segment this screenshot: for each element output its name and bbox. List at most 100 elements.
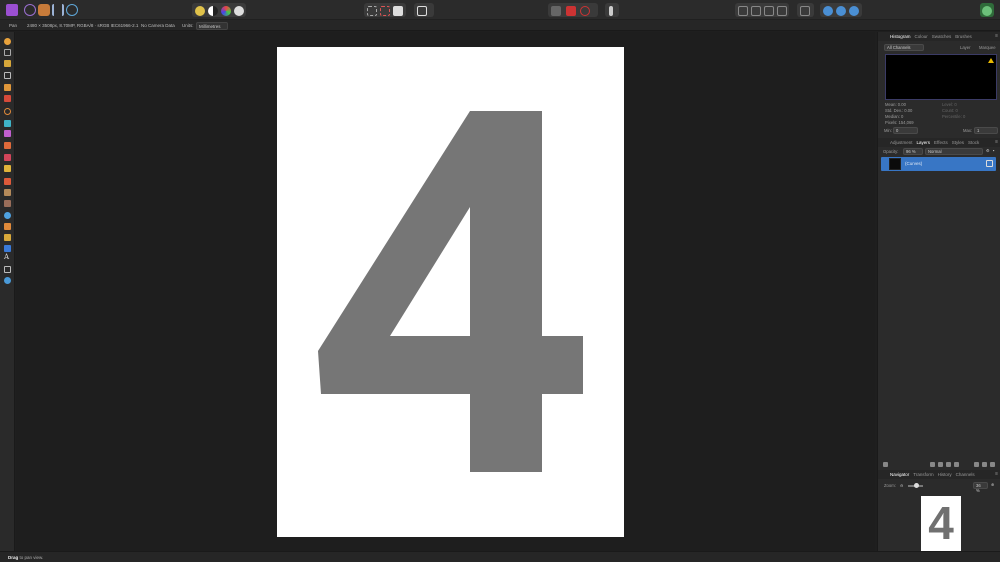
app-logo-icon[interactable] bbox=[6, 4, 18, 16]
view-tool-icon[interactable] bbox=[4, 38, 11, 45]
clone-tool-icon[interactable] bbox=[4, 189, 11, 196]
panel-menu-icon[interactable]: ≡ bbox=[995, 33, 998, 39]
pixel-tool-icon[interactable] bbox=[4, 95, 11, 102]
lock-icon[interactable]: ▪ bbox=[993, 148, 995, 153]
min-field[interactable]: 0 bbox=[893, 127, 918, 134]
blend-mode-select[interactable]: Normal bbox=[925, 148, 983, 155]
user-icon[interactable] bbox=[982, 6, 992, 16]
layer-name[interactable]: (Curves) bbox=[905, 161, 922, 166]
document-page[interactable] bbox=[277, 47, 624, 537]
pin-icon[interactable] bbox=[609, 6, 613, 16]
move-to-back-icon[interactable] bbox=[738, 6, 748, 16]
account-group bbox=[980, 3, 994, 17]
tab-navigator[interactable]: Navigator bbox=[888, 472, 911, 477]
fill-tool-icon[interactable] bbox=[4, 120, 11, 127]
align-icon[interactable] bbox=[800, 6, 810, 16]
channel-select[interactable]: All Channels bbox=[884, 44, 924, 51]
select-all-icon[interactable] bbox=[367, 6, 377, 16]
adjustment-icon[interactable] bbox=[938, 462, 943, 467]
mask-layer-icon[interactable] bbox=[930, 462, 935, 467]
tab-channels[interactable]: Channels bbox=[954, 472, 977, 477]
intersect-icon[interactable] bbox=[849, 6, 859, 16]
tab-swatches[interactable]: Swatches bbox=[930, 34, 954, 39]
blur-tool-icon[interactable] bbox=[4, 212, 11, 219]
tab-histogram[interactable]: Histogram bbox=[888, 34, 913, 39]
move-to-front-icon[interactable] bbox=[777, 6, 787, 16]
liquify-persona-icon[interactable] bbox=[24, 4, 36, 16]
tab-adjustment[interactable]: Adjustment bbox=[888, 140, 915, 145]
layer-row[interactable]: (Curves) bbox=[881, 157, 996, 171]
tab-brushes[interactable]: Brushes bbox=[953, 34, 974, 39]
layer-thumbnail bbox=[889, 158, 901, 170]
deselect-icon[interactable] bbox=[380, 6, 390, 16]
tab-effects[interactable]: Effects bbox=[932, 140, 950, 145]
node-tool-icon[interactable] bbox=[4, 234, 11, 241]
selection-brush-icon[interactable] bbox=[4, 60, 11, 67]
tab-styles[interactable]: Styles bbox=[950, 140, 966, 145]
zoom-slider-knob[interactable] bbox=[914, 483, 920, 488]
canvas-area[interactable] bbox=[16, 32, 875, 551]
selection-group bbox=[364, 3, 406, 17]
develop-persona-icon[interactable] bbox=[38, 4, 50, 16]
invert-selection-icon[interactable] bbox=[393, 6, 403, 16]
tab-transform[interactable]: Transform bbox=[911, 472, 935, 477]
mesh-warp-tool-icon[interactable] bbox=[4, 266, 11, 273]
min-label: Min: bbox=[884, 128, 892, 133]
warning-icon[interactable] bbox=[988, 58, 994, 63]
zoom-out-icon[interactable]: ⊖ bbox=[900, 483, 904, 488]
tab-stock[interactable]: Stock bbox=[966, 140, 981, 145]
auto-colours-icon[interactable] bbox=[221, 6, 231, 16]
colour-replacement-icon[interactable] bbox=[4, 154, 11, 161]
tab-layers[interactable]: Layers bbox=[915, 140, 933, 145]
auto-white-balance-icon[interactable] bbox=[234, 6, 244, 16]
auto-levels-icon[interactable] bbox=[195, 6, 205, 16]
eraser-tool-icon[interactable] bbox=[4, 165, 11, 172]
group-icon[interactable] bbox=[954, 462, 959, 467]
duplicate-layer-icon[interactable] bbox=[982, 462, 987, 467]
paint-brush-icon[interactable] bbox=[4, 84, 11, 91]
zoom-field[interactable]: 36 % bbox=[973, 482, 988, 493]
move-forward-icon[interactable] bbox=[764, 6, 774, 16]
rectangle-tool-icon[interactable] bbox=[4, 245, 11, 252]
brush-tool-icon[interactable] bbox=[4, 142, 11, 149]
digit-four-artwork bbox=[318, 111, 583, 472]
crop-tool-icon[interactable] bbox=[4, 72, 11, 79]
settings-icon[interactable]: ⚙ bbox=[986, 148, 990, 153]
lasso-tool-icon[interactable] bbox=[4, 108, 11, 115]
fx-icon[interactable] bbox=[946, 462, 951, 467]
zoom-in-icon[interactable]: ⊕ bbox=[991, 482, 995, 487]
marquee-toggle[interactable]: Marquee bbox=[979, 45, 996, 50]
add-icon[interactable] bbox=[823, 6, 833, 16]
move-tool-icon[interactable] bbox=[4, 49, 11, 56]
healing-tool-icon[interactable] bbox=[4, 200, 11, 207]
subtract-icon[interactable] bbox=[836, 6, 846, 16]
layer-visibility-checkbox[interactable] bbox=[986, 160, 993, 167]
navigator-menu-icon[interactable]: ≡ bbox=[995, 471, 998, 477]
snapping-icon[interactable] bbox=[551, 6, 561, 16]
units-select[interactable]: Millimetres bbox=[196, 21, 228, 30]
navigator-preview[interactable]: 4 bbox=[921, 496, 961, 551]
dodge-tool-icon[interactable] bbox=[4, 178, 11, 185]
move-back-icon[interactable] bbox=[751, 6, 761, 16]
tab-colour[interactable]: Colour bbox=[913, 34, 930, 39]
pen-tool-icon[interactable] bbox=[4, 223, 11, 230]
add-layer-icon[interactable] bbox=[974, 462, 979, 467]
max-field[interactable]: 1 bbox=[974, 127, 998, 134]
gradient-tool-icon[interactable] bbox=[4, 130, 11, 137]
export-persona-icon[interactable] bbox=[66, 4, 78, 16]
quick-mask-icon[interactable] bbox=[417, 6, 427, 16]
layers-menu-icon[interactable]: ≡ bbox=[995, 139, 998, 145]
layer-options-icon[interactable] bbox=[883, 462, 888, 467]
auto-contrast-icon[interactable] bbox=[208, 6, 218, 16]
zoom-tool-icon[interactable] bbox=[4, 277, 11, 284]
status-bar: Drag to pan view. bbox=[0, 551, 1000, 562]
magnet-icon[interactable] bbox=[580, 6, 590, 16]
opacity-field[interactable]: 96 % bbox=[903, 148, 923, 155]
force-pixel-alignment-icon[interactable] bbox=[566, 6, 576, 16]
layer-toggle[interactable]: Layer bbox=[960, 45, 970, 50]
tone-mapping-persona-icon[interactable] bbox=[52, 4, 64, 16]
tab-history[interactable]: History bbox=[936, 472, 954, 477]
delete-layer-icon[interactable] bbox=[990, 462, 995, 467]
tool-name-label: Pan bbox=[9, 23, 18, 28]
text-tool-icon[interactable]: A bbox=[4, 254, 9, 261]
